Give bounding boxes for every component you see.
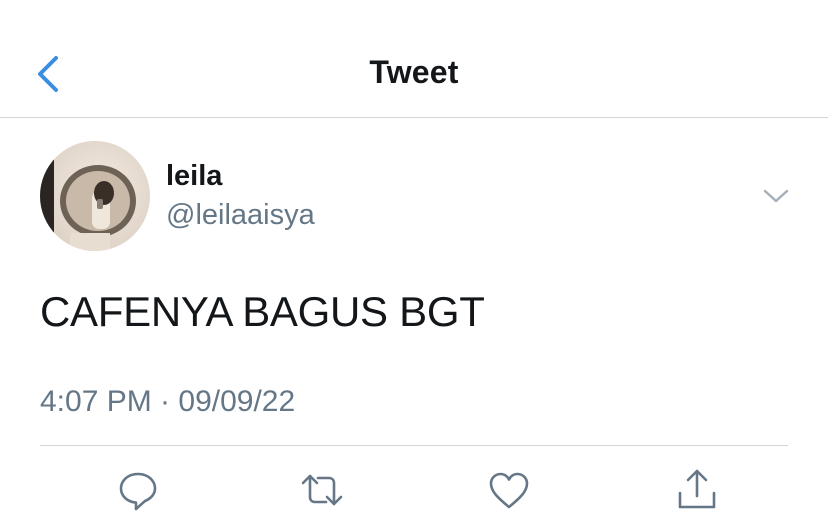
chevron-down-icon: [763, 189, 789, 203]
tweet-detail-screen: Tweet leila @leilaaisya CAFENYA BAGUS BG…: [0, 0, 828, 529]
retweet-button[interactable]: [300, 468, 344, 512]
display-name[interactable]: leila: [166, 160, 222, 193]
navigation-bar: Tweet: [0, 0, 828, 118]
username[interactable]: @leilaaisya: [166, 199, 315, 232]
retweet-icon: [301, 474, 343, 506]
reply-button[interactable]: [116, 468, 160, 512]
tweet-timestamp: 4:07 PM · 09/09/22: [40, 385, 296, 418]
like-button[interactable]: [487, 468, 531, 512]
share-icon: [678, 469, 716, 509]
tweet-text: CAFENYA BAGUS BGT: [40, 288, 485, 335]
avatar[interactable]: [40, 141, 150, 251]
divider: [40, 445, 788, 446]
more-options-button[interactable]: [760, 184, 792, 208]
page-title: Tweet: [369, 54, 459, 90]
profile-photo: [40, 141, 150, 251]
comment-icon: [119, 472, 157, 511]
heart-icon: [489, 472, 529, 509]
share-button[interactable]: [675, 468, 719, 512]
